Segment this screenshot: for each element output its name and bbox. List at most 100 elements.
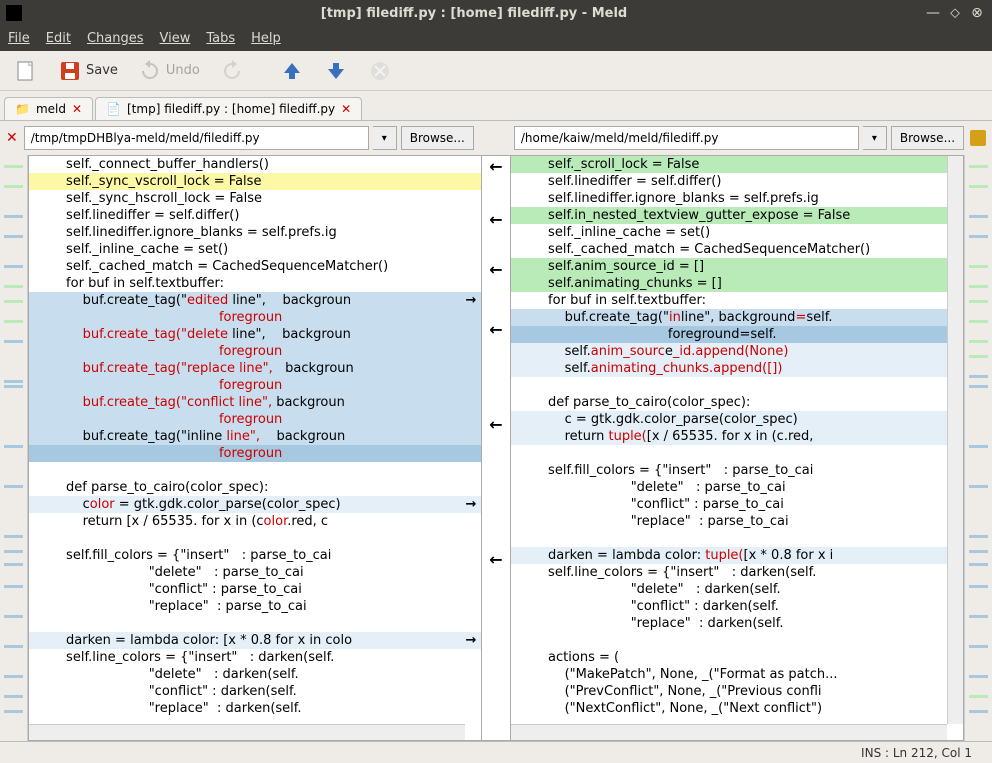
menu-file[interactable]: File bbox=[8, 31, 30, 46]
code-line[interactable] bbox=[511, 445, 963, 462]
menu-help[interactable]: Help bbox=[251, 31, 281, 46]
overview-mark[interactable] bbox=[4, 380, 23, 383]
overview-mark[interactable] bbox=[4, 165, 23, 168]
code-line[interactable]: buf.create_tag("replace line", backgroun bbox=[29, 360, 481, 377]
code-line[interactable]: "delete" : parse_to_cai bbox=[511, 479, 963, 496]
code-line[interactable]: self._inline_cache = set() bbox=[29, 241, 481, 258]
lock-icon[interactable] bbox=[970, 130, 986, 146]
code-line[interactable]: foregroun bbox=[29, 411, 481, 428]
overview-mark[interactable] bbox=[4, 185, 23, 188]
overview-mark[interactable] bbox=[4, 615, 23, 618]
menu-changes[interactable]: Changes bbox=[87, 31, 144, 46]
overview-mark[interactable] bbox=[969, 385, 988, 388]
new-button[interactable] bbox=[8, 55, 44, 87]
merge-arrow-button[interactable]: ← bbox=[488, 551, 504, 567]
overview-mark[interactable] bbox=[969, 215, 988, 218]
link-column[interactable]: ←←←←←← bbox=[482, 155, 510, 741]
overview-mark[interactable] bbox=[969, 485, 988, 488]
menu-tabs[interactable]: Tabs bbox=[206, 31, 235, 46]
overview-mark[interactable] bbox=[969, 340, 988, 343]
overview-mark[interactable] bbox=[969, 585, 988, 588]
overview-mark[interactable] bbox=[969, 695, 988, 698]
code-line[interactable]: "conflict" : darken(self. bbox=[511, 598, 963, 615]
code-line[interactable] bbox=[29, 530, 481, 547]
left-path-dropdown[interactable]: ▾ bbox=[373, 126, 397, 150]
code-line[interactable]: self.linediffer = self.differ() bbox=[511, 173, 963, 190]
code-line[interactable]: self._scroll_lock = False bbox=[511, 156, 963, 173]
overview-mark[interactable] bbox=[969, 535, 988, 538]
overview-mark[interactable] bbox=[4, 563, 23, 566]
code-line[interactable]: self.anim_source_id.append(None) bbox=[511, 343, 963, 360]
code-line[interactable]: buf.create_tag("inline", background=self… bbox=[511, 309, 963, 326]
overview-mark[interactable] bbox=[4, 645, 23, 648]
code-line[interactable] bbox=[511, 530, 963, 547]
overview-mark[interactable] bbox=[969, 615, 988, 618]
minimize-button[interactable]: — bbox=[924, 4, 942, 22]
code-line[interactable]: "conflict" : darken(self. bbox=[29, 683, 481, 700]
overview-mark[interactable] bbox=[4, 265, 23, 268]
code-line[interactable]: self.in_nested_textview_gutter_expose = … bbox=[511, 207, 963, 224]
menu-view[interactable]: View bbox=[160, 31, 191, 46]
code-line[interactable]: def parse_to_cairo(color_spec): bbox=[511, 394, 963, 411]
code-line[interactable]: self.line_colors = {"insert" : darken(se… bbox=[511, 564, 963, 581]
code-line[interactable] bbox=[511, 377, 963, 394]
overview-mark[interactable] bbox=[969, 185, 988, 188]
code-line[interactable]: buf.create_tag("conflict line", backgrou… bbox=[29, 394, 481, 411]
save-button[interactable]: Save bbox=[52, 55, 124, 87]
down-arrow-button[interactable] bbox=[318, 55, 354, 87]
right-browse-button[interactable]: Browse... bbox=[891, 126, 964, 150]
code-line[interactable]: self._cached_match = CachedSequenceMatch… bbox=[29, 258, 481, 275]
overview-mark[interactable] bbox=[4, 695, 23, 698]
code-line[interactable]: self.anim_source_id = [] bbox=[511, 258, 963, 275]
code-line[interactable]: actions = ( bbox=[511, 649, 963, 666]
code-line[interactable]: self.linediffer.ignore_blanks = self.pre… bbox=[511, 190, 963, 207]
tab-meld[interactable]: 📁 meld ✕ bbox=[4, 97, 93, 120]
code-line[interactable]: darken = lambda color: tuple([x * 0.8 fo… bbox=[511, 547, 963, 564]
code-line[interactable]: buf.create_tag("inline line", backgroun bbox=[29, 428, 481, 445]
overview-mark[interactable] bbox=[4, 300, 23, 303]
code-line[interactable]: self._sync_vscroll_lock = False bbox=[29, 173, 481, 190]
tab-close-button[interactable]: ✕ bbox=[72, 102, 82, 116]
maximize-button[interactable]: ⬦ bbox=[946, 4, 964, 22]
code-line[interactable]: "replace" : darken(self. bbox=[511, 615, 963, 632]
overview-mark[interactable] bbox=[969, 300, 988, 303]
overview-mark[interactable] bbox=[969, 320, 988, 323]
code-line[interactable]: foregroun bbox=[29, 309, 481, 326]
code-line[interactable]: "conflict" : parse_to_cai bbox=[29, 581, 481, 598]
right-scrollbar-horizontal[interactable] bbox=[511, 724, 947, 740]
tab-close-button[interactable]: ✕ bbox=[341, 102, 351, 116]
code-line[interactable]: foregroun bbox=[29, 343, 481, 360]
left-scrollbar-horizontal[interactable] bbox=[29, 724, 465, 740]
code-line[interactable]: self._sync_hscroll_lock = False bbox=[29, 190, 481, 207]
code-line[interactable]: return [x / 65535. for x in (color.red, … bbox=[29, 513, 481, 530]
code-line[interactable] bbox=[29, 615, 481, 632]
overview-mark[interactable] bbox=[969, 645, 988, 648]
overview-mark[interactable] bbox=[4, 235, 23, 238]
code-line[interactable]: for buf in self.textbuffer: bbox=[511, 292, 963, 309]
code-line[interactable]: color = gtk.gdk.color_parse(color_spec) bbox=[29, 496, 481, 513]
close-pane-button[interactable]: ✕ bbox=[6, 130, 18, 146]
merge-arrow-button[interactable]: ← bbox=[488, 211, 504, 227]
close-window-button[interactable]: ⊗ bbox=[968, 4, 986, 22]
code-line[interactable]: "replace" : darken(self. bbox=[29, 700, 481, 717]
overview-mark[interactable] bbox=[4, 585, 23, 588]
code-line[interactable]: def parse_to_cairo(color_spec): bbox=[29, 479, 481, 496]
merge-arrow-button[interactable]: ← bbox=[488, 321, 504, 337]
merge-arrow-button[interactable]: → bbox=[463, 632, 479, 648]
overview-mark[interactable] bbox=[969, 355, 988, 358]
right-path-input[interactable] bbox=[514, 126, 859, 150]
code-line[interactable]: buf.create_tag("delete line", backgroun bbox=[29, 326, 481, 343]
overview-mark[interactable] bbox=[969, 375, 988, 378]
merge-arrow-button[interactable]: ← bbox=[488, 416, 504, 432]
left-path-input[interactable] bbox=[24, 126, 369, 150]
overview-mark[interactable] bbox=[969, 265, 988, 268]
overview-mark[interactable] bbox=[969, 165, 988, 168]
overview-mark[interactable] bbox=[969, 550, 988, 553]
code-line[interactable]: self.fill_colors = {"insert" : parse_to_… bbox=[511, 462, 963, 479]
code-line[interactable]: self.fill_colors = {"insert" : parse_to_… bbox=[29, 547, 481, 564]
code-line[interactable]: "delete" : parse_to_cai bbox=[29, 564, 481, 581]
merge-arrow-button[interactable]: → bbox=[463, 292, 479, 308]
overview-mark[interactable] bbox=[4, 535, 23, 538]
merge-arrow-button[interactable]: → bbox=[463, 496, 479, 512]
right-scrollbar-vertical[interactable] bbox=[947, 156, 963, 724]
